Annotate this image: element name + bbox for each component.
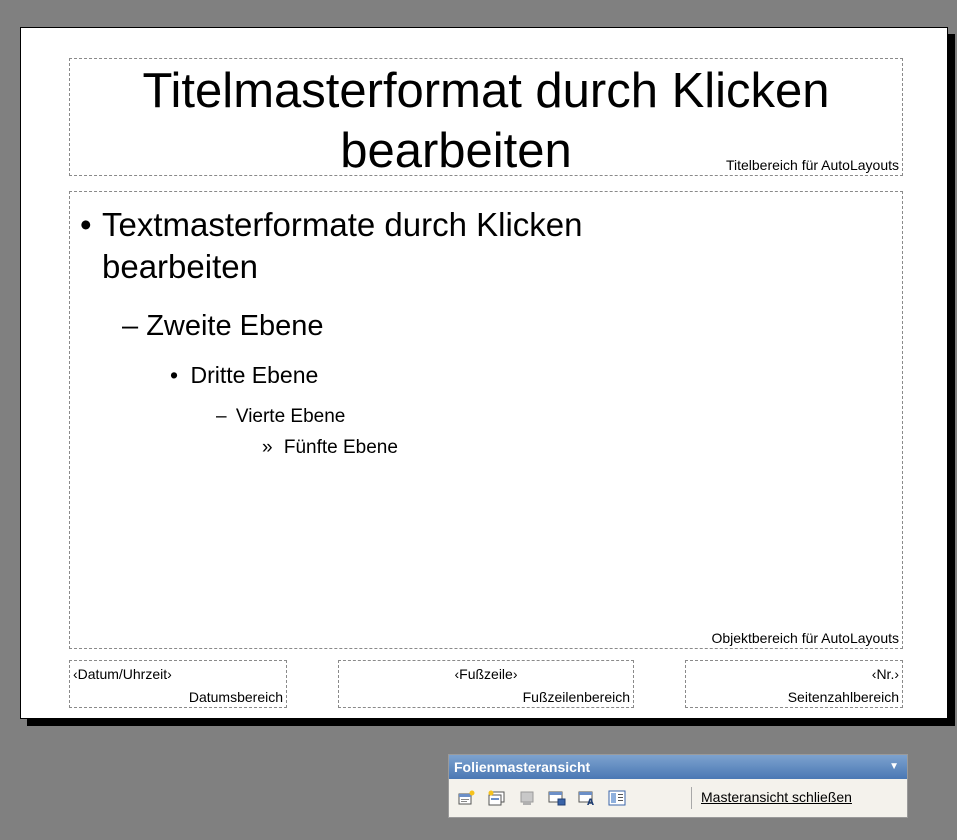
level-2-text[interactable]: – Zweite Ebene bbox=[122, 308, 324, 344]
preserve-master-icon[interactable] bbox=[547, 789, 567, 807]
level-4-bullet: – bbox=[216, 406, 227, 427]
level-1-bullet: • bbox=[80, 206, 92, 243]
toolbar-options-dropdown-icon[interactable]: ▼ bbox=[889, 755, 899, 779]
insert-new-slide-master-icon[interactable] bbox=[457, 789, 477, 807]
date-area-label: Datumsbereich bbox=[188, 689, 283, 705]
slide-master-toolbar[interactable]: Folienmasteransicht ▼ A Masteransicht sc… bbox=[448, 754, 908, 818]
level-1-line-1: Textmasterformate durch Klicken bbox=[102, 206, 583, 243]
rename-master-icon[interactable]: A bbox=[577, 789, 597, 807]
body-placeholder[interactable]: • Textmasterformate durch Klicken bearbe… bbox=[69, 191, 903, 649]
footer-field: ‹Fußzeile› bbox=[454, 666, 518, 682]
level-2-bullet: – bbox=[122, 310, 139, 342]
level-5-label: Fünfte Ebene bbox=[283, 437, 398, 458]
footer-placeholder[interactable]: ‹Fußzeile› Fußzeilenbereich bbox=[338, 660, 634, 708]
level-2-label: Zweite Ebene bbox=[146, 310, 324, 342]
number-area-label: Seitenzahlbereich bbox=[787, 689, 899, 705]
level-1-text[interactable]: • Textmasterformate durch Klicken bearbe… bbox=[80, 204, 583, 288]
title-line-1: Titelmasterformat durch Klicken bbox=[142, 64, 830, 118]
level-5-bullet: » bbox=[262, 437, 273, 458]
level-1-line-2: bearbeiten bbox=[102, 248, 258, 285]
number-field: ‹Nr.› bbox=[871, 666, 899, 682]
number-placeholder[interactable]: ‹Nr.› Seitenzahlbereich bbox=[685, 660, 903, 708]
toolbar-title-bar[interactable]: Folienmasteransicht ▼ bbox=[449, 755, 907, 779]
master-layout-icon[interactable] bbox=[607, 789, 627, 807]
level-4-text[interactable]: – Vierte Ebene bbox=[216, 404, 345, 430]
body-area-label: Objektbereich für AutoLayouts bbox=[711, 630, 899, 646]
close-master-view-button[interactable]: Masteransicht schließen bbox=[701, 789, 852, 805]
level-3-bullet: • bbox=[170, 362, 179, 388]
level-5-text[interactable]: » Fünfte Ebene bbox=[262, 435, 398, 461]
delete-master-icon[interactable] bbox=[517, 789, 537, 807]
title-area-label: Titelbereich für AutoLayouts bbox=[725, 157, 899, 173]
level-4-label: Vierte Ebene bbox=[235, 406, 346, 427]
toolbar-separator bbox=[691, 787, 692, 809]
level-3-text[interactable]: • Dritte Ebene bbox=[170, 360, 318, 390]
toolbar-body: A Masteransicht schließen bbox=[449, 779, 907, 817]
svg-text:A: A bbox=[587, 798, 594, 806]
slide-master-canvas: Titelmasterformat durch Klicken bearbeit… bbox=[20, 27, 948, 719]
level-3-label: Dritte Ebene bbox=[190, 362, 319, 388]
title-placeholder[interactable]: Titelmasterformat durch Klicken bearbeit… bbox=[69, 58, 903, 178]
toolbar-title: Folienmasteransicht bbox=[454, 759, 591, 775]
date-field: ‹Datum/Uhrzeit› bbox=[73, 666, 172, 682]
date-placeholder[interactable]: ‹Datum/Uhrzeit› Datumsbereich bbox=[69, 660, 287, 708]
insert-new-title-master-icon[interactable] bbox=[487, 789, 507, 807]
footer-area-label: Fußzeilenbereich bbox=[522, 689, 630, 705]
